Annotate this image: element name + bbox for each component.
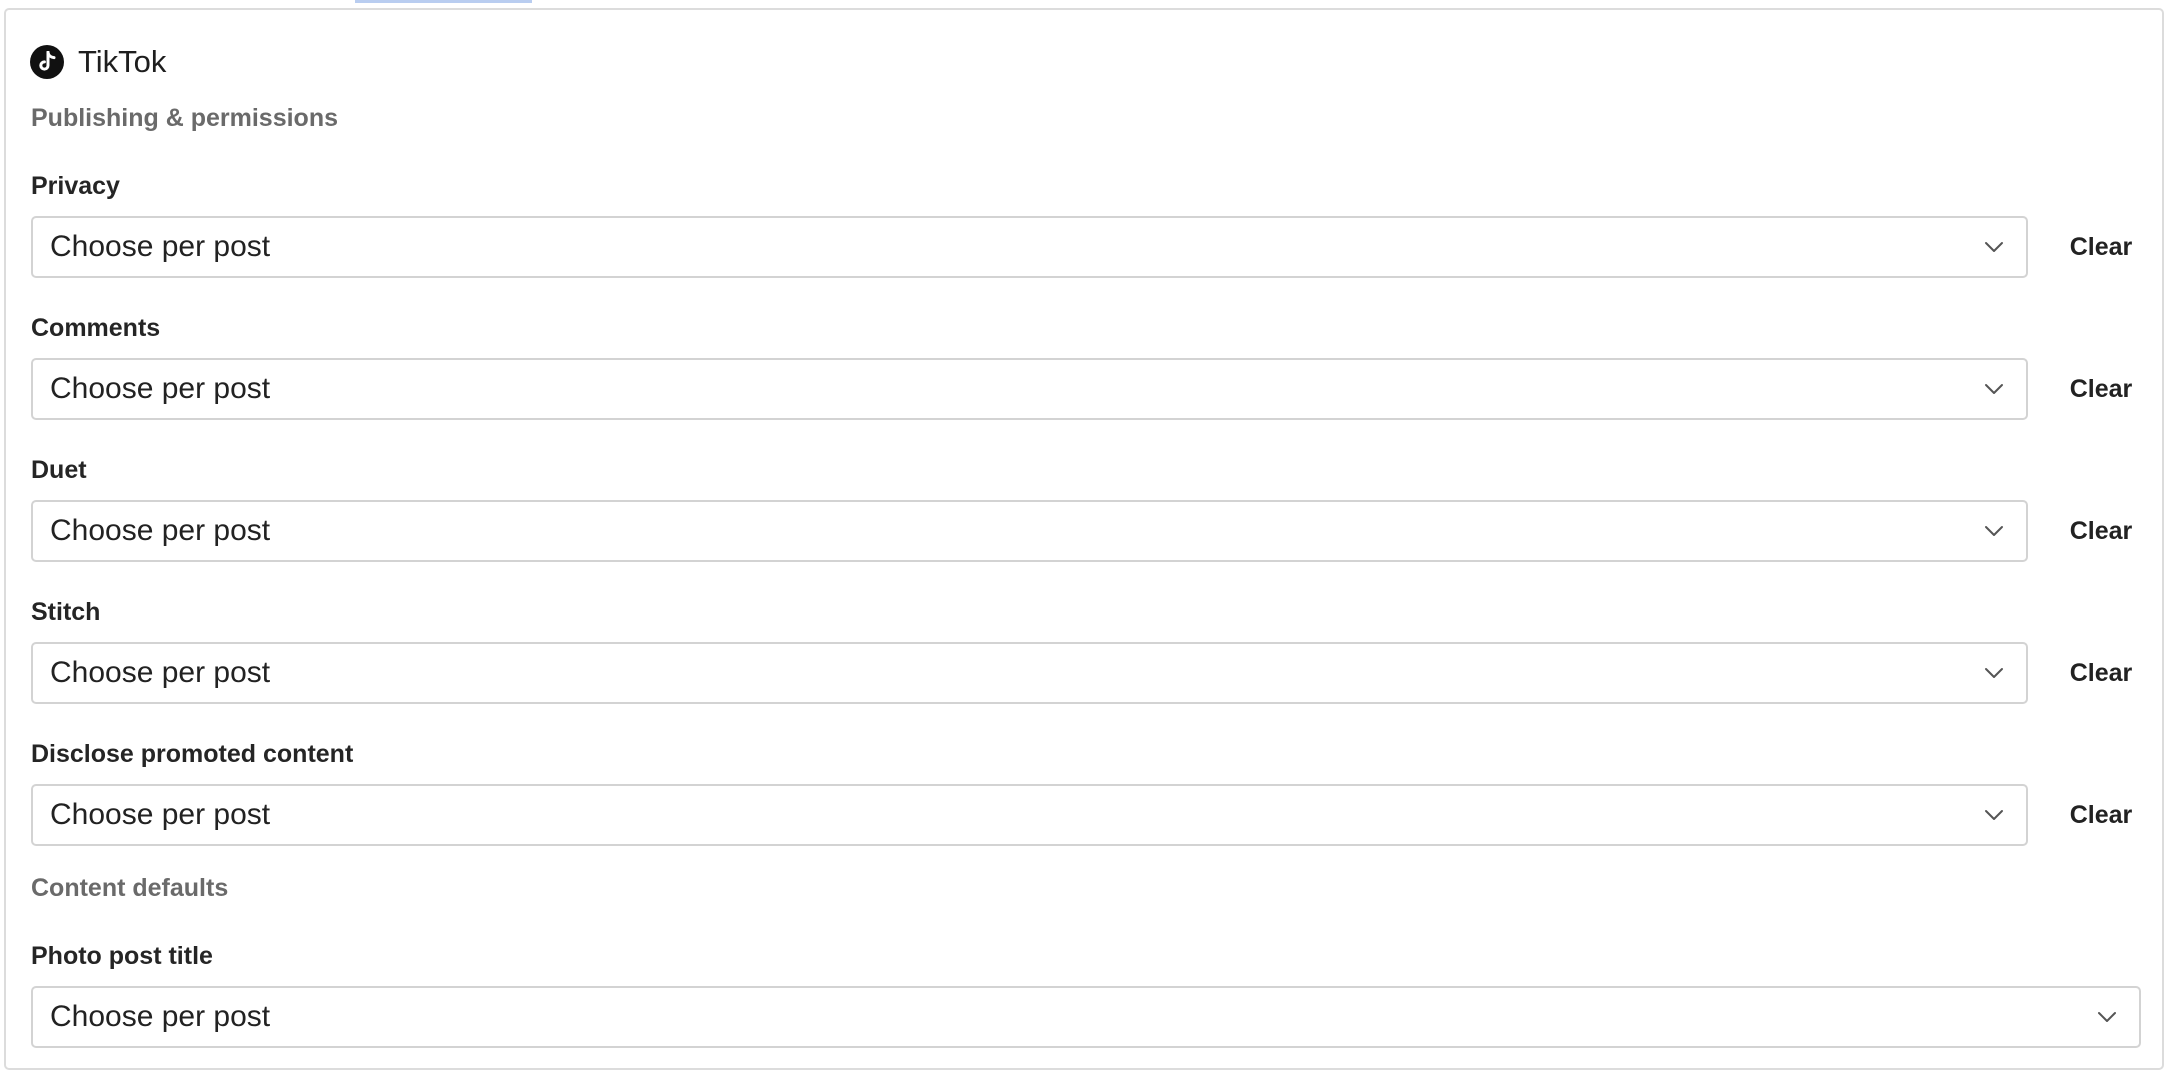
photo-post-title-select-value: Choose per post xyxy=(50,1000,271,1033)
panel-header: TikTok xyxy=(30,38,166,86)
comments-clear-button[interactable]: Clear xyxy=(2046,358,2156,420)
stitch-clear-button[interactable]: Clear xyxy=(2046,642,2156,704)
stitch-select[interactable]: Choose per post xyxy=(31,642,2028,704)
disclose-promoted-select-value: Choose per post xyxy=(50,798,271,831)
chevron-down-icon xyxy=(1982,519,2006,543)
photo-post-title-label: Photo post title xyxy=(31,942,213,970)
comments-select-value: Choose per post xyxy=(50,372,271,405)
panel-title: TikTok xyxy=(78,44,167,79)
privacy-select-value: Choose per post xyxy=(50,230,271,263)
privacy-label: Privacy xyxy=(31,172,120,200)
tiktok-settings-panel: TikTok Publishing & permissions Privacy … xyxy=(4,8,2164,1070)
chevron-down-icon xyxy=(2095,1005,2119,1029)
stitch-label: Stitch xyxy=(31,598,101,626)
chevron-down-icon xyxy=(1982,377,2006,401)
photo-post-title-select[interactable]: Choose per post xyxy=(31,986,2141,1048)
privacy-clear-button[interactable]: Clear xyxy=(2046,216,2156,278)
comments-label: Comments xyxy=(31,314,161,342)
chevron-down-icon xyxy=(1982,803,2006,827)
disclose-promoted-clear-button[interactable]: Clear xyxy=(2046,784,2156,846)
tiktok-logo-icon xyxy=(30,45,64,79)
duet-label: Duet xyxy=(31,456,87,484)
disclose-promoted-select[interactable]: Choose per post xyxy=(31,784,2028,846)
duet-select-value: Choose per post xyxy=(50,514,271,547)
chevron-down-icon xyxy=(1982,661,2006,685)
disclose-promoted-label: Disclose promoted content xyxy=(31,740,354,768)
stitch-select-value: Choose per post xyxy=(50,656,271,689)
section-heading-publishing: Publishing & permissions xyxy=(31,104,338,132)
section-heading-content-defaults: Content defaults xyxy=(31,874,229,902)
chevron-down-icon xyxy=(1982,235,2006,259)
top-tab-indicator xyxy=(355,0,532,3)
duet-select[interactable]: Choose per post xyxy=(31,500,2028,562)
privacy-select[interactable]: Choose per post xyxy=(31,216,2028,278)
comments-select[interactable]: Choose per post xyxy=(31,358,2028,420)
duet-clear-button[interactable]: Clear xyxy=(2046,500,2156,562)
